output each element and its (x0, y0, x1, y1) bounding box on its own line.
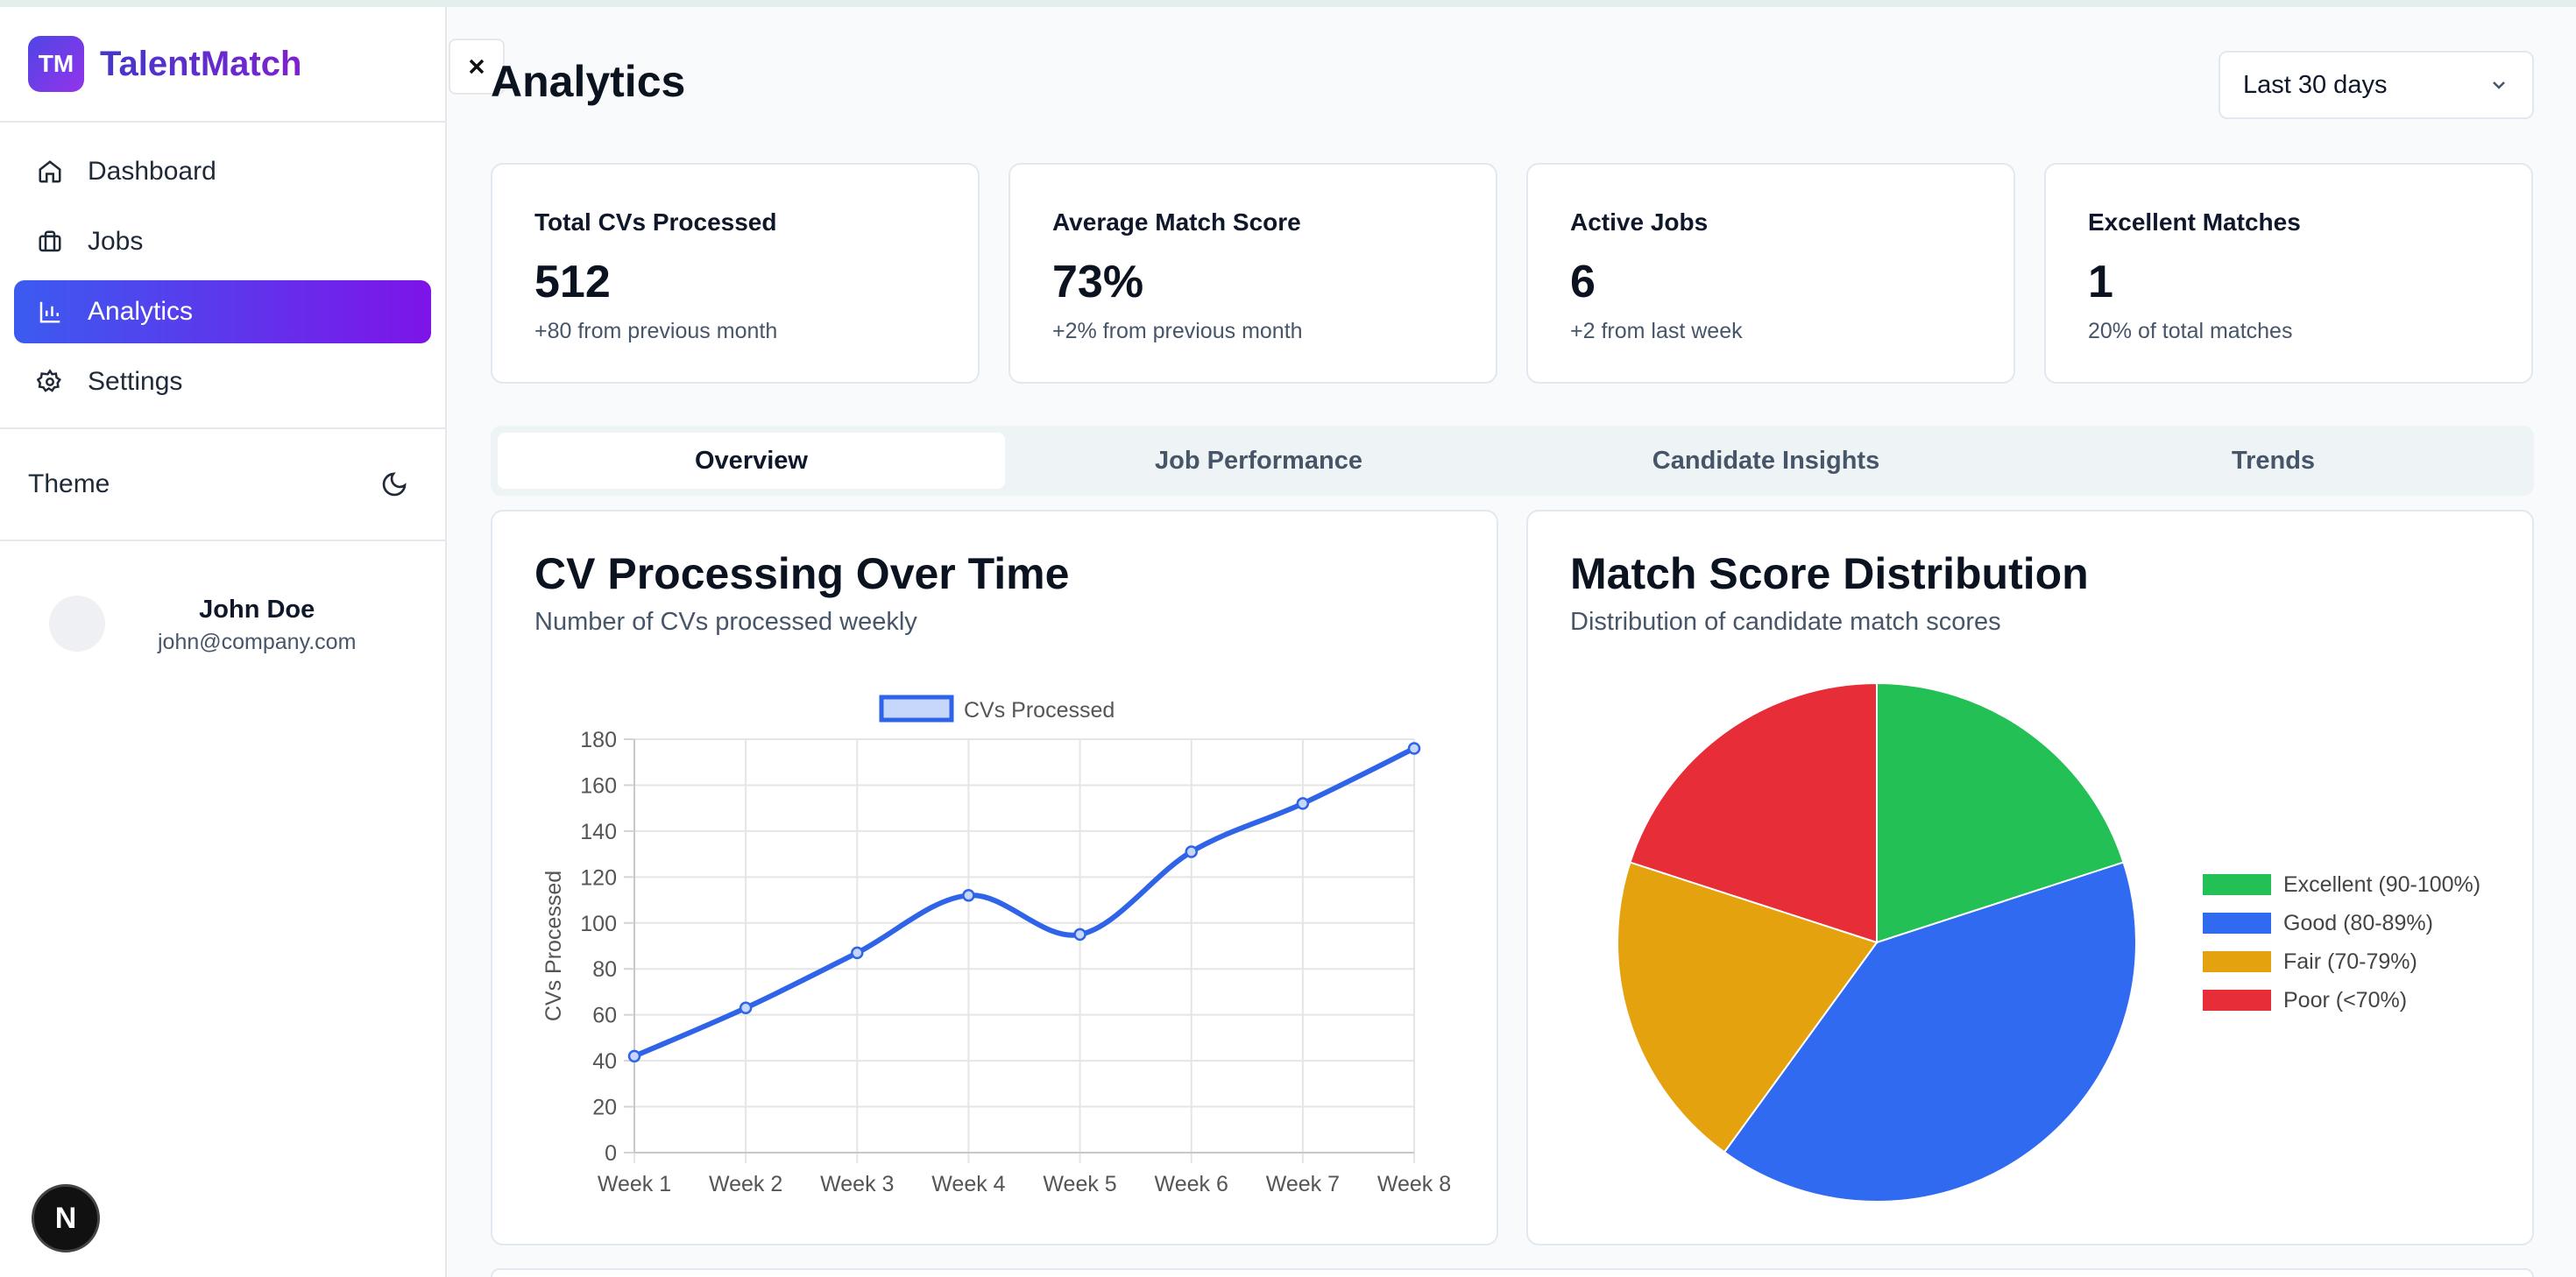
sidebar-item-label: Jobs (88, 227, 144, 256)
y-tick-label: 20 (592, 1096, 617, 1120)
y-tick-label: 120 (580, 865, 617, 890)
sidebar-item-jobs[interactable]: Jobs (14, 210, 431, 273)
stat-card-avg-match: Average Match Score 73% +2% from previou… (1008, 163, 1497, 384)
date-range-select[interactable]: Last 30 days (2219, 51, 2534, 119)
legend-swatch (2203, 874, 2271, 895)
next-card-edge (491, 1268, 2534, 1277)
stat-value: 6 (1570, 257, 1596, 307)
x-tick-label: Week 1 (598, 1172, 671, 1196)
user-profile[interactable]: John Doe john@company.com (0, 541, 445, 708)
stat-label: Total CVs Processed (534, 208, 777, 236)
gear-icon (37, 369, 61, 392)
sidebar-item-label: Dashboard (88, 157, 216, 186)
stat-card-active-jobs: Active Jobs 6 +2 from last week (1526, 163, 2015, 384)
cv-processing-card: CV Processing Over Time Number of CVs pr… (491, 510, 1498, 1245)
x-tick-label: Week 3 (820, 1172, 894, 1196)
avatar (49, 596, 105, 652)
sidebar-item-settings[interactable]: Settings (14, 350, 431, 413)
stat-value: 1 (2088, 257, 2113, 307)
stat-label: Average Match Score (1052, 208, 1301, 236)
data-point (962, 889, 975, 902)
bar-chart-icon (39, 301, 60, 323)
chevron-down-icon (2493, 81, 2505, 89)
y-tick-label: 80 (592, 957, 617, 982)
y-tick-label: 160 (580, 773, 617, 798)
tab-trends[interactable]: Trends (2020, 433, 2527, 489)
y-tick-label: 140 (580, 820, 617, 844)
app-name: TalentMatch (100, 44, 302, 83)
legend-label: Poor (<70%) (2283, 988, 2407, 1012)
x-tick-label: Week 2 (709, 1172, 782, 1196)
stat-sub: +2% from previous month (1052, 319, 1303, 343)
y-axis-label: CVs Processed (541, 871, 566, 1021)
stat-card-excellent-matches: Excellent Matches 1 20% of total matches (2044, 163, 2533, 384)
briefcase-icon (39, 230, 61, 252)
x-tick-label: Week 6 (1155, 1172, 1228, 1196)
tab-candidate-insights[interactable]: Candidate Insights (1512, 433, 2020, 489)
home-icon (39, 160, 61, 183)
line-chart: 0 20 40 60 80 100 120 140 160 180 Week 1 Week 2 Week… (541, 695, 1451, 1196)
legend-swatch (2203, 913, 2271, 934)
analytics-tabs: Overview Job Performance Candidate Insig… (491, 426, 2534, 496)
sidebar-item-label: Settings (88, 367, 183, 396)
close-icon (469, 59, 485, 74)
stat-label: Active Jobs (1570, 208, 1709, 236)
legend-label: Fair (70-79%) (2283, 949, 2417, 974)
y-tick-label: 100 (580, 912, 617, 936)
sidebar-item-analytics[interactable]: Analytics (14, 280, 431, 343)
y-tick-label: 40 (592, 1049, 617, 1074)
data-point (1185, 845, 1198, 858)
tab-job-performance[interactable]: Job Performance (1005, 433, 1512, 489)
x-tick-label: Week 7 (1266, 1172, 1340, 1196)
legend-label: Excellent (90-100%) (2283, 872, 2480, 897)
stat-value: 73% (1052, 257, 1144, 307)
legend-swatch (2203, 990, 2271, 1011)
brand[interactable]: TM TalentMatch (0, 7, 445, 123)
data-point (1407, 742, 1421, 755)
top-border (0, 0, 2576, 7)
y-tick-label: 60 (592, 1004, 617, 1028)
theme-label: Theme (28, 469, 110, 498)
legend-label: Good (80-89%) (2283, 911, 2433, 935)
tab-overview[interactable]: Overview (498, 433, 1005, 489)
stat-label: Excellent Matches (2088, 208, 2301, 236)
date-range-value: Last 30 days (2243, 70, 2388, 99)
dev-tools-badge[interactable]: N (32, 1184, 100, 1252)
legend-label: CVs Processed (964, 698, 1115, 723)
x-tick-label: Week 8 (1377, 1172, 1451, 1196)
stat-card-total-cvs: Total CVs Processed 512 +80 from previou… (491, 163, 980, 384)
user-name: John Doe (199, 596, 315, 624)
stat-sub: +2 from last week (1570, 319, 1743, 343)
y-tick-label: 0 (605, 1141, 617, 1166)
data-point (851, 946, 864, 960)
data-point (1296, 797, 1310, 810)
user-email: john@company.com (158, 630, 357, 654)
data-point (1073, 928, 1086, 942)
sidebar-nav: Dashboard Jobs Analytics Settings (0, 123, 445, 429)
match-distribution-card: Match Score Distribution Distribution of… (1526, 510, 2534, 1245)
data-point (627, 1049, 641, 1063)
sidebar-item-dashboard[interactable]: Dashboard (14, 140, 431, 203)
pie-chart: Excellent (90-100%) Good (80-89%) Fair (70… (1617, 681, 2480, 1203)
moon-icon[interactable] (380, 470, 408, 498)
sidebar-item-label: Analytics (88, 297, 194, 326)
theme-row: Theme (0, 429, 445, 541)
app-logo: TM (28, 36, 84, 92)
stat-value: 512 (534, 257, 611, 307)
stat-sub: +80 from previous month (534, 319, 778, 343)
page-title: Analytics (491, 57, 686, 106)
legend-swatch (2203, 951, 2271, 972)
legend-swatch (879, 695, 954, 723)
sidebar: TM TalentMatch Dashboard Jobs Analytics … (0, 7, 447, 1277)
stat-sub: 20% of total matches (2088, 319, 2293, 343)
x-tick-label: Week 4 (931, 1172, 1005, 1196)
y-tick-label: 180 (580, 728, 617, 752)
x-tick-label: Week 5 (1043, 1172, 1116, 1196)
data-point (739, 1001, 753, 1015)
